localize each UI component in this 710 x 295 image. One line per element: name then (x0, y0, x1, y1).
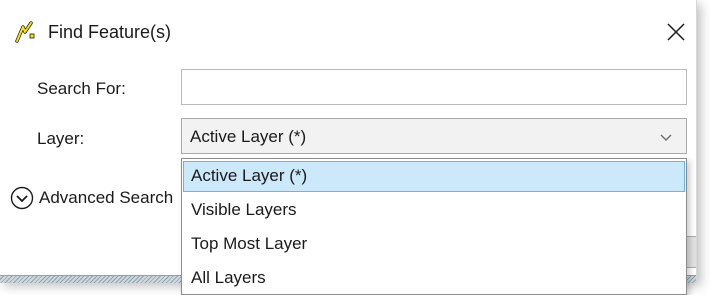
find-feature-icon (14, 20, 38, 44)
chevron-down-icon (660, 134, 672, 141)
layer-option-visible[interactable]: Visible Layers (183, 195, 685, 226)
layer-option-all[interactable]: All Layers (183, 263, 685, 294)
close-icon (667, 23, 685, 41)
layer-option-top-most[interactable]: Top Most Layer (183, 229, 685, 260)
layer-dropdown-list: Active Layer (*) Visible Layers Top Most… (181, 158, 687, 295)
search-input[interactable] (181, 69, 687, 105)
layer-option-active[interactable]: Active Layer (*) (183, 161, 685, 192)
close-button[interactable] (660, 14, 692, 50)
layer-select-value: Active Layer (*) (190, 127, 307, 146)
search-for-label: Search For: (37, 79, 126, 98)
dialog-button[interactable] (686, 236, 696, 268)
layer-select[interactable]: Active Layer (*) (181, 118, 687, 154)
dialog-title: Find Feature(s) (48, 22, 172, 42)
advanced-search-label[interactable]: Advanced Search (39, 188, 180, 208)
title-bar: Find Feature(s) (0, 0, 696, 58)
expand-circle-icon[interactable] (10, 186, 34, 210)
layer-label: Layer: (37, 129, 85, 148)
